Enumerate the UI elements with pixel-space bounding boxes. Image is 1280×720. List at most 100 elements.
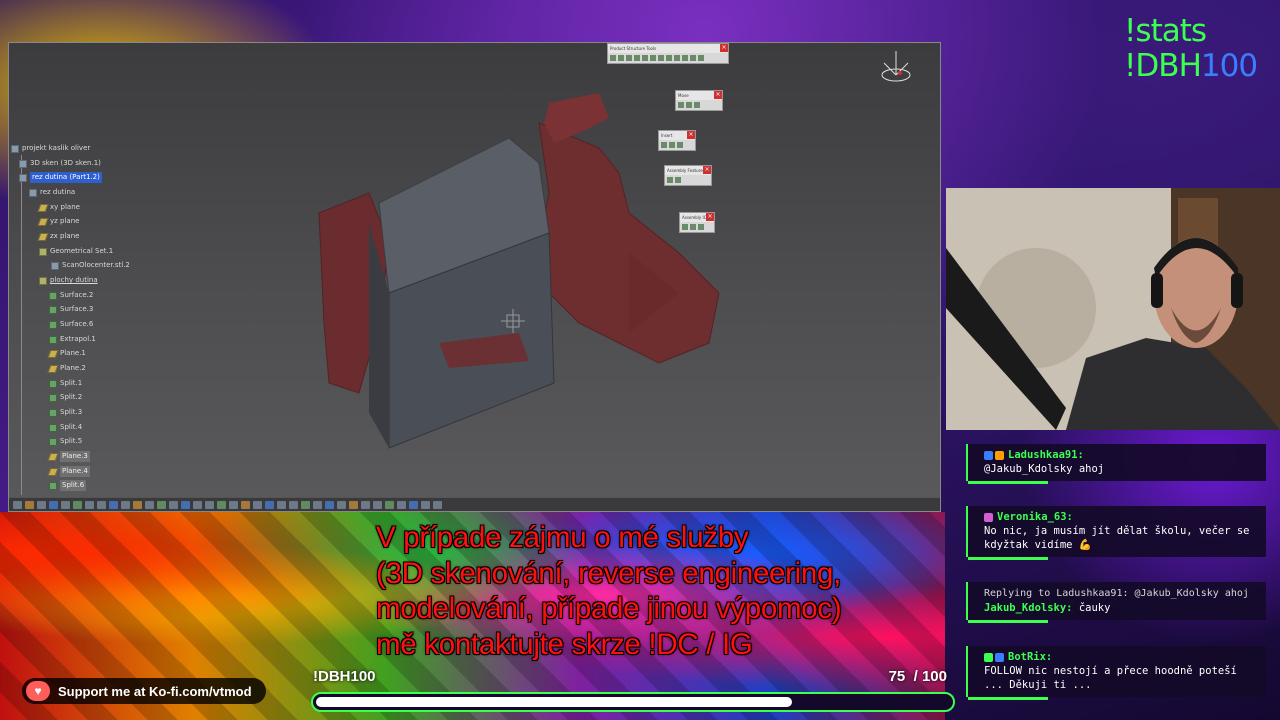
tree-item[interactable]: Plane.2 <box>47 363 86 374</box>
tool-icon[interactable] <box>313 500 322 509</box>
tool-icon[interactable] <box>181 500 190 509</box>
subtitle-line: mě kontaktujte skrze !DC / IG <box>376 627 753 661</box>
tool-icon[interactable] <box>157 500 166 509</box>
tree-item[interactable]: Geometrical Set.1 <box>39 246 113 257</box>
tree-item-label: 3D sken (3D sken.1) <box>30 159 101 167</box>
chat-username: Jakub_Kdolsky: <box>984 602 1073 614</box>
chat-username: Ladushkaa91: <box>1008 449 1084 461</box>
tool-icon[interactable] <box>349 500 358 509</box>
tool-icon[interactable] <box>373 500 382 509</box>
tree-item[interactable]: Plane.4 <box>47 466 90 477</box>
tree-item-label: ScanOlocenter.stl.2 <box>62 261 130 269</box>
tree-item-label: Surface.3 <box>60 305 94 313</box>
tree-item[interactable]: Split.2 <box>49 392 82 403</box>
tree-item-label: Split.2 <box>60 393 83 401</box>
plane-icon <box>47 467 59 476</box>
tool-icon[interactable] <box>73 500 82 509</box>
tree-item[interactable]: Split.6 <box>49 480 87 491</box>
tree-item[interactable]: Surface.6 <box>49 319 93 330</box>
chat-username: BotRix: <box>1008 651 1053 663</box>
tree-item[interactable]: zx plane <box>37 231 79 242</box>
tool-icon[interactable] <box>337 500 346 509</box>
tree-item-label: Plane.1 <box>60 349 86 357</box>
tree-item[interactable]: 3D sken (3D sken.1) <box>19 158 101 169</box>
tool-icon[interactable] <box>109 500 118 509</box>
stats-command: !stats <box>1124 13 1207 49</box>
tree-connector <box>21 155 22 495</box>
tree-item[interactable]: Surface.2 <box>49 290 93 301</box>
tool-icon[interactable] <box>49 500 58 509</box>
tree-item-label: Plane.2 <box>60 364 86 372</box>
bottom-toolbar <box>9 497 940 511</box>
subtitle-line: modelování, případe jinou výpomoc) <box>376 592 842 625</box>
stats-commands: !stats !DBH100 <box>1124 13 1258 84</box>
tree-item[interactable]: plochy dutina <box>39 275 98 286</box>
goal-target: 100 <box>921 668 947 685</box>
tool-icon[interactable] <box>253 500 262 509</box>
tree-item[interactable]: xy plane <box>37 202 80 213</box>
tool-icon[interactable] <box>385 500 394 509</box>
tool-icon[interactable] <box>37 500 46 509</box>
tool-icon[interactable] <box>241 500 250 509</box>
tree-item-label: Geometrical Set.1 <box>50 247 114 255</box>
tool-icon[interactable] <box>229 500 238 509</box>
tool-icon[interactable] <box>265 500 274 509</box>
chat-text: čauky <box>1078 602 1111 614</box>
tool-icon[interactable] <box>145 500 154 509</box>
goal-progress-fill <box>316 697 792 707</box>
tree-item-label: Split.3 <box>60 408 83 416</box>
tool-icon[interactable] <box>289 500 298 509</box>
kofi-cup-icon: ♥ <box>26 681 50 701</box>
tree-item[interactable]: yz plane <box>37 216 79 227</box>
tool-icon[interactable] <box>133 500 142 509</box>
tree-item[interactable]: Surface.3 <box>49 304 93 315</box>
goal-separator: / <box>913 668 918 685</box>
tool-icon[interactable] <box>169 500 178 509</box>
tree-item-label: Surface.6 <box>60 320 94 328</box>
user-badges <box>984 512 993 522</box>
tool-icon[interactable] <box>397 500 406 509</box>
tool-icon[interactable] <box>25 500 34 509</box>
tool-icon[interactable] <box>361 500 370 509</box>
close-icon[interactable]: × <box>720 44 728 52</box>
tool-icon[interactable] <box>325 500 334 509</box>
tool-icon[interactable] <box>409 500 418 509</box>
chat-message: Replying to Ladushkaa91: @Jakub_Kdolsky … <box>966 582 1266 623</box>
3d-model-viewport[interactable] <box>299 93 749 473</box>
tree-item-label: Split.5 <box>60 437 83 445</box>
tool-icon[interactable] <box>193 500 202 509</box>
scan-shell-top <box>544 93 609 143</box>
tree-item[interactable]: rez dutina <box>29 187 75 198</box>
tool-icon[interactable] <box>121 500 130 509</box>
dbh-command: !DBH100 <box>1124 48 1258 84</box>
badge-icon <box>995 450 1004 460</box>
tool-icon[interactable] <box>97 500 106 509</box>
tool-icon[interactable] <box>421 500 430 509</box>
tree-item[interactable]: Plane.3 <box>47 451 90 462</box>
tree-item[interactable]: Split.4 <box>49 422 82 433</box>
tree-item[interactable]: Split.5 <box>49 436 82 447</box>
tree-item[interactable]: ScanOlocenter.stl.2 <box>51 260 130 271</box>
product-structure-toolbar[interactable]: Product Structure Tools × <box>607 43 729 64</box>
tool-icon[interactable] <box>277 500 286 509</box>
tree-item-label: projekt kaslik oliver <box>22 144 91 152</box>
tree-item[interactable]: Split.1 <box>49 378 82 389</box>
tool-icon[interactable] <box>433 500 442 509</box>
tool-icon[interactable] <box>61 500 70 509</box>
tool-icon[interactable] <box>85 500 94 509</box>
tree-item-root[interactable]: projekt kaslik oliver <box>11 143 90 154</box>
tree-item[interactable]: Extrapol.1 <box>49 334 96 345</box>
tree-item-selected[interactable]: rez dutina (Part1.2) <box>19 172 102 183</box>
tree-item[interactable]: Plane.1 <box>47 348 86 359</box>
tool-icon[interactable] <box>301 500 310 509</box>
geometrical-set-icon <box>39 276 47 285</box>
tool-icon[interactable] <box>205 500 214 509</box>
dbh-command-prefix: !DBH <box>1124 48 1202 84</box>
tool-icon[interactable] <box>13 500 22 509</box>
tool-icon[interactable] <box>217 500 226 509</box>
compass-icon[interactable] <box>876 47 916 87</box>
tree-item[interactable]: Split.3 <box>49 407 82 418</box>
split-icon <box>49 408 57 417</box>
kofi-banner[interactable]: ♥ Support me at Ko-fi.com/vtmod <box>22 678 266 704</box>
cad-window: Product Structure Tools × Move × Insert × A… <box>8 42 941 512</box>
